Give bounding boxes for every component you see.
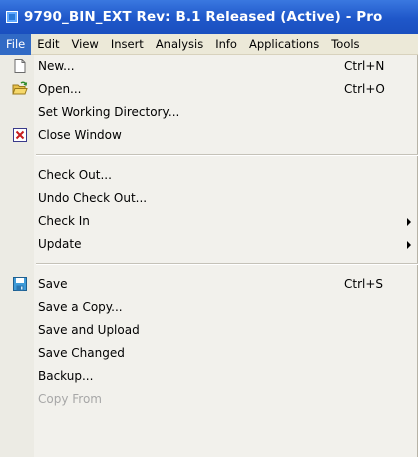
menu-item-label: Update [38,237,82,251]
menu-item-label: Copy From [38,392,102,406]
menubar: File Edit View Insert Analysis Info Appl… [0,33,418,55]
menu-separator [36,154,418,156]
open-folder-icon [12,81,28,97]
menu-item-label: Save Changed [38,346,125,360]
menu-item-label: Save [38,277,68,291]
close-window-icon [12,127,28,143]
menu-separator [36,263,418,265]
menu-edit[interactable]: Edit [31,34,65,55]
menu-item-shortcut: Ctrl+N [344,59,385,73]
menu-item-label: Save and Upload [38,323,140,337]
menu-item-label: Open... [38,82,82,96]
menu-item-update[interactable]: Update [0,233,418,256]
menu-item-save-changed[interactable]: Save Changed [0,342,418,365]
menu-info[interactable]: Info [209,34,243,55]
menu-item-label: New... [38,59,75,73]
menu-item-copy-from: Copy From [0,388,418,411]
menu-item-set-working-directory[interactable]: Set Working Directory... [0,101,418,124]
menu-item-label: Set Working Directory... [38,105,180,119]
app-icon [6,11,18,23]
submenu-arrow-icon [407,218,411,226]
menu-item-open[interactable]: Open... Ctrl+O [0,78,418,101]
menu-item-undo-check-out[interactable]: Undo Check Out... [0,187,418,210]
menu-item-check-in[interactable]: Check In [0,210,418,233]
menu-applications[interactable]: Applications [243,34,325,55]
menu-item-label: Check In [38,214,90,228]
save-icon [12,276,28,292]
submenu-arrow-icon [407,241,411,249]
menu-item-label: Check Out... [38,168,112,182]
menu-item-shortcut: Ctrl+S [344,277,384,291]
menu-item-check-out[interactable]: Check Out... [0,164,418,187]
menu-tools[interactable]: Tools [325,34,365,55]
menu-item-new[interactable]: New... Ctrl+N [0,55,418,78]
new-document-icon [12,58,28,74]
menu-item-label: Undo Check Out... [38,191,148,205]
file-menu-dropdown: New... Ctrl+N Open... Ctrl+O Set Working… [0,55,418,457]
menu-view[interactable]: View [66,34,105,55]
menu-item-save-a-copy[interactable]: Save a Copy... [0,296,418,319]
menu-item-backup[interactable]: Backup... [0,365,418,388]
menu-item-save[interactable]: Save Ctrl+S [0,273,418,296]
menu-file[interactable]: File [0,33,32,55]
menu-item-close-window[interactable]: Close Window [0,124,418,147]
window-title: 9790_BIN_EXT Rev: B.1 Released (Active) … [24,9,383,25]
menu-item-label: Backup... [38,369,94,383]
menu-analysis[interactable]: Analysis [150,34,209,55]
menu-item-shortcut: Ctrl+O [344,82,385,96]
window-titlebar[interactable]: 9790_BIN_EXT Rev: B.1 Released (Active) … [0,0,418,34]
menu-item-save-and-upload[interactable]: Save and Upload [0,319,418,342]
menu-item-label: Save a Copy... [38,300,123,314]
menu-insert[interactable]: Insert [105,34,150,55]
menu-item-label: Close Window [38,128,122,142]
